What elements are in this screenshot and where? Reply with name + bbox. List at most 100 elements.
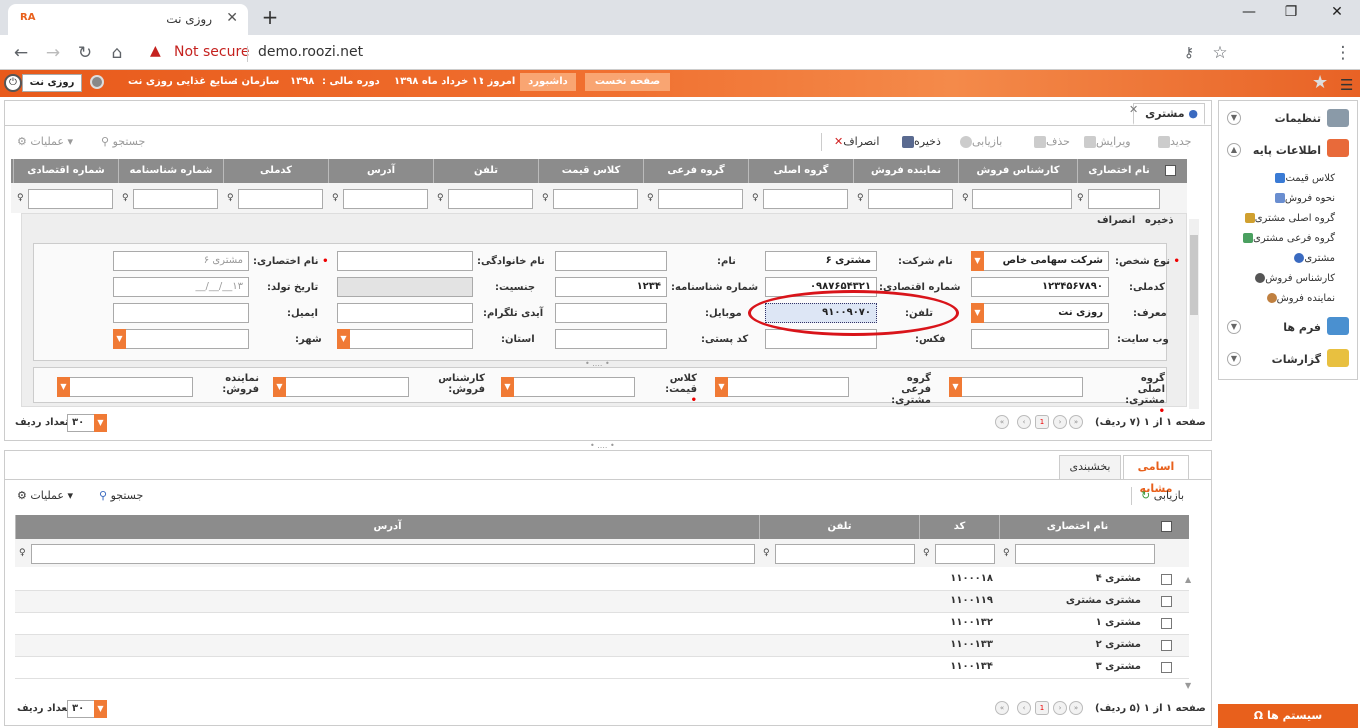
close-window-icon[interactable]: ✕ (1322, 4, 1352, 24)
row-checkbox[interactable] (1161, 662, 1172, 673)
tab-close-icon[interactable]: ✕ (226, 10, 238, 26)
filter-icon[interactable]: ♀ (332, 193, 339, 203)
row-checkbox[interactable] (1161, 596, 1172, 607)
key-icon[interactable]: ⚷ (1178, 42, 1200, 64)
referrer-select[interactable]: روزی نت (971, 303, 1109, 323)
scroll-up-icon[interactable]: ▲ (1185, 575, 1191, 584)
edit-button[interactable]: ویرایش (1081, 135, 1131, 148)
filter-phone[interactable] (775, 544, 915, 564)
filter-icon[interactable]: ♀ (19, 548, 26, 558)
col-sales-expert[interactable]: کارشناس فروش (958, 159, 1077, 183)
col-sales-rep[interactable]: نماینده فروش (853, 159, 958, 183)
filter-icon[interactable]: ♀ (752, 193, 759, 203)
lower-refresh-button[interactable]: بازیابی ↻ (1141, 489, 1184, 502)
not-secure-label[interactable]: Not secure (174, 44, 250, 60)
home-icon[interactable]: ⌂ (106, 42, 128, 64)
table-row[interactable]: مشتری ۱ ۱۱۰۰۱۳۲ (15, 613, 1189, 635)
filter-sales-rep[interactable] (868, 189, 953, 209)
last-page-icon[interactable]: « (995, 701, 1009, 715)
filter-code[interactable] (935, 544, 995, 564)
delete-button[interactable]: حذف (1031, 135, 1070, 148)
col-economic-number[interactable]: شماره اقتصادی (13, 159, 118, 183)
url-field[interactable]: demo.roozi.net (258, 44, 363, 60)
mobile-field[interactable] (555, 303, 667, 323)
email-field[interactable] (113, 303, 249, 323)
col-short-name[interactable]: نام اختصاری (999, 515, 1155, 539)
table-row[interactable]: مشتری ۳ ۱۱۰۰۱۳۴ (15, 657, 1189, 679)
sales-expert-select[interactable] (273, 377, 409, 397)
filter-icon[interactable]: ♀ (17, 193, 24, 203)
dropdown-arrow-icon[interactable]: ▼ (57, 377, 70, 397)
col-main-group[interactable]: گروه اصلی (748, 159, 853, 183)
first-page-icon[interactable]: » (1069, 415, 1083, 429)
filter-icon[interactable]: ♀ (227, 193, 234, 203)
col-national-code[interactable]: کدملی (223, 159, 328, 183)
filter-icon[interactable]: ♀ (1077, 193, 1084, 203)
city-select[interactable] (113, 329, 249, 349)
tab-close-icon[interactable]: ✕ (1129, 103, 1138, 116)
first-page-icon[interactable]: » (1069, 701, 1083, 715)
next-page-icon[interactable]: ‹ (1017, 415, 1031, 429)
province-select[interactable] (337, 329, 473, 349)
table-row[interactable]: مشتری ۲ ۱۱۰۰۱۳۳ (15, 635, 1189, 657)
filter-national-code[interactable] (238, 189, 323, 209)
bookmark-star-icon[interactable]: ☆ (1209, 42, 1231, 64)
systems-button[interactable]: سیستم ها Ω (1218, 704, 1358, 728)
current-page[interactable]: 1 (1035, 415, 1049, 429)
national-code-field[interactable]: ۱۲۳۴۵۶۷۸۹۰ (971, 277, 1109, 297)
new-tab-button[interactable]: + (258, 6, 282, 30)
filter-icon[interactable]: ♀ (437, 193, 444, 203)
chevron-down-icon[interactable]: ▼ (1227, 352, 1241, 366)
filter-main-group[interactable] (763, 189, 848, 209)
user-button[interactable]: روزی نت (22, 74, 82, 92)
splitter-handle-icon[interactable]: • .... • (590, 441, 615, 450)
home-page-button[interactable]: صفحه نخست (585, 73, 670, 91)
minimize-icon[interactable]: — (1234, 4, 1264, 24)
filter-icon[interactable]: ♀ (857, 193, 864, 203)
filter-icon[interactable]: ♀ (647, 193, 654, 203)
restore-icon[interactable]: ❐ (1276, 4, 1306, 24)
table-row[interactable]: مشتری مشتری ۱۱۰۰۱۱۹ (15, 591, 1189, 613)
main-group-select[interactable] (949, 377, 1083, 397)
new-button[interactable]: جدید (1155, 135, 1191, 148)
dashboard-button[interactable]: داشبورد (520, 73, 576, 91)
row-checkbox[interactable] (1161, 640, 1172, 651)
col-address[interactable]: آدرس (15, 515, 759, 539)
dropdown-arrow-icon[interactable]: ▼ (94, 700, 107, 718)
tab-customer[interactable]: ● مشتری (1133, 103, 1205, 125)
filter-economic-number[interactable] (28, 189, 113, 209)
dropdown-arrow-icon[interactable]: ▼ (94, 414, 107, 432)
price-class-select[interactable] (501, 377, 635, 397)
nav-forms[interactable]: فرم ها (1283, 321, 1321, 334)
company-field[interactable]: مشتری ۶ (765, 251, 877, 271)
filter-id-number[interactable] (133, 189, 218, 209)
search-button[interactable]: جستجو ⚲ (101, 135, 145, 148)
nav-item-main-group[interactable]: گروه اصلی مشتری (1242, 213, 1335, 224)
col-id-number[interactable]: شماره شناسنامه (118, 159, 223, 183)
current-page[interactable]: 1 (1035, 701, 1049, 715)
website-field[interactable] (971, 329, 1109, 349)
sales-rep-select[interactable] (57, 377, 193, 397)
prev-page-icon[interactable]: › (1053, 701, 1067, 715)
row-count-select[interactable]: ۳۰ ▼ (67, 700, 107, 718)
col-code[interactable]: کد (919, 515, 999, 539)
row-count-select[interactable]: ۳۰ ▼ (67, 414, 107, 432)
refresh-button[interactable]: بازیابی (957, 135, 1002, 148)
nav-item-sales-rep[interactable]: نماینده فروش (1264, 293, 1335, 304)
nav-settings[interactable]: تنظیمات (1275, 112, 1321, 125)
next-page-icon[interactable]: ‹ (1017, 701, 1031, 715)
dropdown-arrow-icon[interactable]: ▼ (337, 329, 350, 349)
filter-icon[interactable]: ♀ (122, 193, 129, 203)
select-all-checkbox[interactable] (1161, 521, 1172, 532)
prev-page-icon[interactable]: › (1053, 415, 1067, 429)
filter-price-class[interactable] (553, 189, 638, 209)
browser-tab[interactable]: RA روزی نت ✕ (8, 4, 248, 35)
nav-reports[interactable]: گزارشات (1272, 353, 1321, 366)
dropdown-arrow-icon[interactable]: ▼ (971, 303, 984, 323)
row-checkbox[interactable] (1161, 618, 1172, 629)
filter-short-name[interactable] (1015, 544, 1155, 564)
nav-item-sale-method[interactable]: نحوه فروش (1272, 193, 1335, 204)
filter-address[interactable] (31, 544, 755, 564)
filter-phone[interactable] (448, 189, 533, 209)
hamburger-menu-icon[interactable]: ☰ (1340, 76, 1353, 94)
